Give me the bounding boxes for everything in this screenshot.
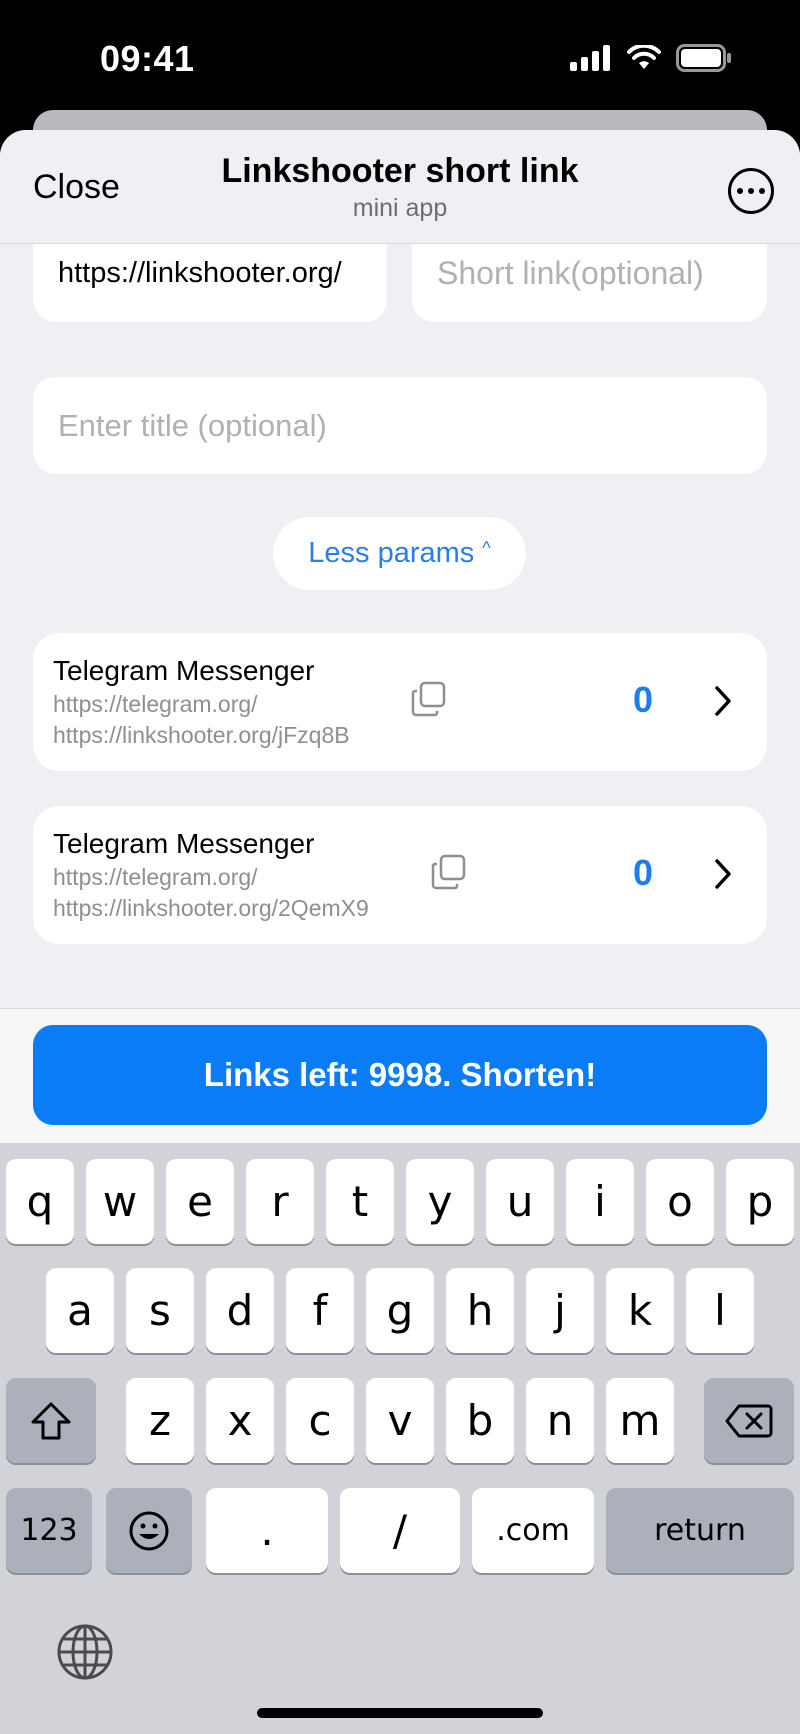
link-short-url: https://linkshooter.org/2QemX9 (53, 895, 369, 921)
key-g[interactable]: g (366, 1268, 434, 1353)
key-j[interactable]: j (526, 1268, 594, 1353)
key-d[interactable]: d (206, 1268, 274, 1353)
key-o[interactable]: o (646, 1159, 714, 1244)
key-q[interactable]: q (6, 1159, 74, 1244)
click-count: 0 (632, 852, 654, 893)
page-title: Linkshooter short link (221, 152, 579, 190)
status-bar: 09:41 (0, 0, 800, 112)
key-s[interactable]: s (126, 1268, 194, 1353)
content-area: https://linkshooter.org/ Short link(opti… (0, 244, 800, 1138)
numbers-key[interactable]: 123 (6, 1488, 92, 1573)
key-k[interactable]: k (606, 1268, 674, 1353)
key-w[interactable]: w (86, 1159, 154, 1244)
keyboard: q w e r t y u i o p a s d f g h j k l z … (0, 1143, 800, 1734)
click-count: 0 (632, 679, 654, 720)
key-b[interactable]: b (446, 1378, 514, 1463)
key-h[interactable]: h (446, 1268, 514, 1353)
status-icons (570, 44, 732, 72)
copy-icon[interactable] (431, 854, 467, 890)
bottom-action-bar: Links left: 9998. Shorten! (0, 1008, 800, 1143)
link-url: https://telegram.org/ (53, 691, 258, 717)
return-key[interactable]: return (606, 1488, 794, 1573)
slash-key[interactable]: / (340, 1488, 460, 1573)
emoji-key[interactable] (106, 1488, 192, 1573)
key-a[interactable]: a (46, 1268, 114, 1353)
link-card[interactable]: Telegram Messenger https://telegram.org/… (33, 806, 767, 944)
key-r[interactable]: r (246, 1159, 314, 1244)
key-c[interactable]: c (286, 1378, 354, 1463)
key-p[interactable]: p (726, 1159, 794, 1244)
url-input[interactable]: https://linkshooter.org/ (33, 244, 387, 322)
battery-icon (676, 44, 731, 72)
shift-icon (31, 1402, 71, 1439)
short-link-input[interactable]: Short link(optional) (412, 244, 767, 322)
shorten-button[interactable]: Links left: 9998. Shorten! (33, 1025, 767, 1125)
link-url: https://telegram.org/ (53, 864, 258, 890)
backspace-icon (725, 1404, 773, 1437)
key-l[interactable]: l (686, 1268, 754, 1353)
key-x[interactable]: x (206, 1378, 274, 1463)
link-card[interactable]: Telegram Messenger https://telegram.org/… (33, 633, 767, 771)
dot-key[interactable]: . (206, 1488, 328, 1573)
wifi-icon (627, 45, 661, 69)
key-t[interactable]: t (326, 1159, 394, 1244)
status-time: 09:41 (100, 38, 195, 79)
key-f[interactable]: f (286, 1268, 354, 1353)
copy-icon[interactable] (411, 681, 447, 717)
caret-up-icon: ^ (482, 538, 491, 558)
delete-key[interactable] (704, 1378, 794, 1463)
chevron-right-icon[interactable] (709, 856, 737, 892)
key-v[interactable]: v (366, 1378, 434, 1463)
more-dot (759, 188, 765, 194)
globe-icon[interactable] (56, 1623, 114, 1681)
more-dot (737, 188, 743, 194)
key-i[interactable]: i (566, 1159, 634, 1244)
less-params-button[interactable]: Less params ^ (273, 517, 526, 590)
title-input[interactable]: Enter title (optional) (33, 377, 767, 474)
key-u[interactable]: u (486, 1159, 554, 1244)
less-params-label: Less params (308, 537, 475, 569)
key-n[interactable]: n (526, 1378, 594, 1463)
header: Close Linkshooter short link mini app (0, 130, 800, 244)
chevron-right-icon[interactable] (709, 683, 737, 719)
key-z[interactable]: z (126, 1378, 194, 1463)
key-y[interactable]: y (406, 1159, 474, 1244)
key-m[interactable]: m (606, 1378, 674, 1463)
key-e[interactable]: e (166, 1159, 234, 1244)
link-title: Telegram Messenger (53, 655, 315, 686)
more-options-icon[interactable] (728, 168, 774, 214)
shift-key[interactable] (6, 1378, 96, 1463)
link-short-url: https://linkshooter.org/jFzq8B (53, 722, 350, 748)
home-indicator (257, 1708, 543, 1718)
emoji-icon (129, 1511, 169, 1550)
page-subtitle: mini app (352, 194, 448, 222)
dotcom-key[interactable]: .com (472, 1488, 594, 1573)
link-title: Telegram Messenger (53, 828, 315, 859)
signal-icon (570, 45, 610, 71)
more-dot (748, 188, 754, 194)
